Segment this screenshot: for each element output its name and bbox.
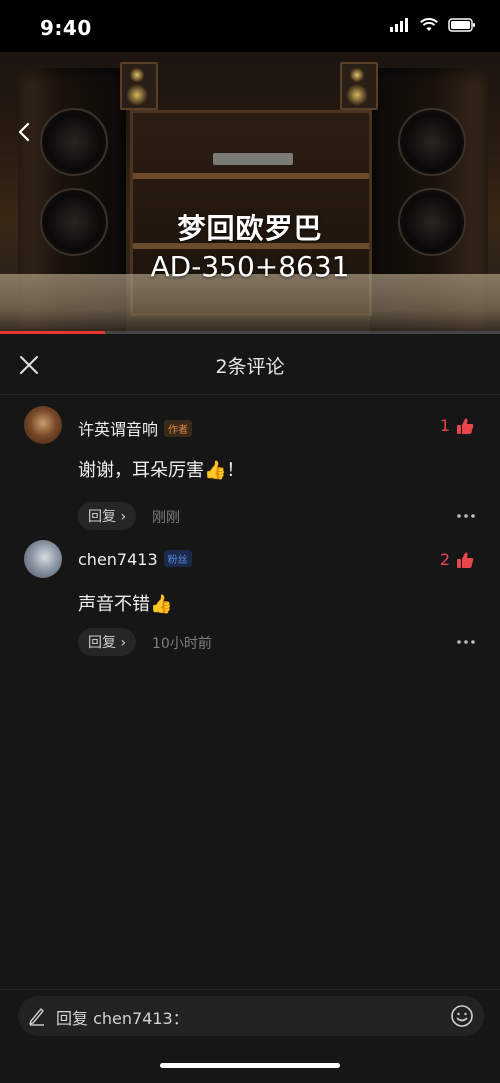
- status-icons: [390, 18, 476, 32]
- reply-button[interactable]: 回复 ›: [78, 502, 137, 530]
- status-bar: 9:40: [0, 0, 500, 52]
- comment-time: 刚刚: [152, 510, 180, 526]
- comments-title: 2条评论: [215, 356, 285, 378]
- pen-icon: [29, 1008, 44, 1026]
- comment-username[interactable]: chen7413 粉丝: [78, 550, 192, 569]
- more-dots-icon[interactable]: [456, 639, 476, 645]
- like-count: 2: [439, 550, 450, 569]
- signal-icon: [390, 18, 408, 32]
- username-text: chen7413: [78, 550, 158, 569]
- like-button[interactable]: 1: [440, 416, 474, 435]
- back-arrow-icon[interactable]: [14, 120, 34, 144]
- reply-input-bar: 回复 chen7413：: [0, 989, 500, 1083]
- reply-button[interactable]: 回复 ›: [78, 628, 137, 656]
- comments-panel: 2条评论 许英谓音响 作者 1 谢谢，耳朵厉害👍！ 回复 › 刚刚 chen741…: [0, 334, 500, 1083]
- bookshelf-speaker-left: [120, 62, 158, 110]
- video-player[interactable]: 梦回欧罗巴 AD-350+8631: [0, 52, 500, 333]
- reply-input-placeholder: 回复 chen7413：: [56, 1009, 189, 1028]
- wifi-icon: [420, 18, 438, 31]
- like-count: 1: [439, 416, 450, 435]
- comment-text: 声音不错👍: [78, 594, 173, 615]
- thumbs-up-icon: [457, 552, 474, 568]
- comment-item: 许英谓音响 作者 1 谢谢，耳朵厉害👍！ 回复 › 刚刚: [0, 406, 500, 530]
- home-indicator[interactable]: [160, 1063, 340, 1068]
- comment-time: 10小时前: [152, 636, 212, 652]
- thumbs-up-icon: [457, 418, 474, 434]
- video-title: 梦回欧罗巴: [177, 212, 323, 245]
- emoji-icon[interactable]: [450, 1004, 474, 1028]
- video-subtitle: AD-350+8631: [150, 250, 350, 283]
- more-dots-icon[interactable]: [456, 513, 476, 519]
- comment-username[interactable]: 许英谓音响 作者: [78, 416, 193, 440]
- avatar[interactable]: [24, 406, 62, 444]
- reply-input[interactable]: 回复 chen7413：: [18, 996, 484, 1036]
- battery-icon: [448, 18, 475, 32]
- fan-badge: 粉丝: [163, 550, 192, 567]
- like-button[interactable]: 2: [440, 550, 474, 569]
- username-text: 许英谓音响: [78, 420, 159, 439]
- status-time: 9:40: [40, 16, 92, 40]
- avatar[interactable]: [24, 540, 62, 578]
- comment-text: 谢谢，耳朵厉害👍！: [78, 460, 245, 481]
- bookshelf-speaker-right: [340, 62, 378, 110]
- comment-item: chen7413 粉丝 2 声音不错👍 回复 › 10小时前: [0, 540, 500, 660]
- comments-header: 2条评论: [0, 334, 500, 395]
- author-badge: 作者: [164, 420, 193, 437]
